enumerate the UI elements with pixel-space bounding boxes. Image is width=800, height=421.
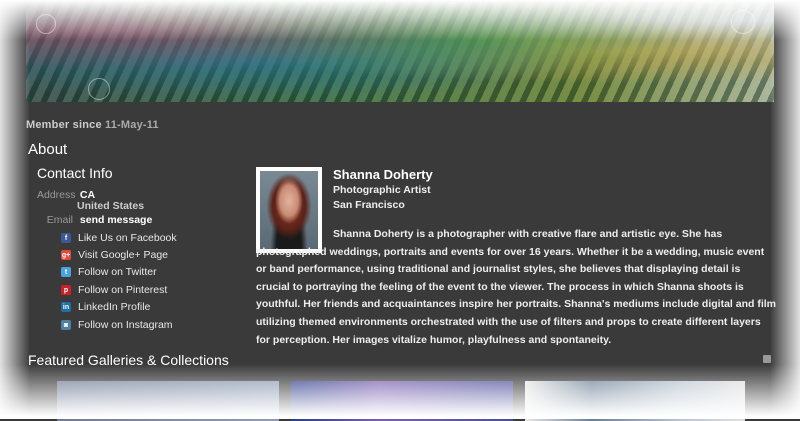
profile-city: San Francisco — [333, 199, 405, 211]
social-link-label: Visit Google+ Page — [78, 249, 168, 261]
send-message-link[interactable]: send message — [80, 214, 152, 226]
google-plus-icon: g+ — [61, 250, 71, 260]
linkedin-icon: in — [61, 302, 71, 312]
contact-info-heading: Contact Info — [37, 165, 113, 181]
social-link-label: Like Us on Facebook — [78, 232, 177, 244]
profile-bio-text: Shanna Doherty is a photographer with cr… — [256, 228, 777, 346]
member-since: Member since 11-May-11 — [26, 119, 159, 131]
social-link-google-plus[interactable]: g+ Visit Google+ Page — [61, 249, 168, 261]
social-link-facebook[interactable]: f Like Us on Facebook — [61, 232, 177, 244]
social-link-linkedin[interactable]: in LinkedIn Profile — [61, 301, 150, 313]
gallery-thumbnail[interactable] — [525, 381, 745, 421]
about-heading: About — [28, 141, 68, 158]
twitter-icon: t — [61, 267, 71, 277]
gallery-thumbnail[interactable] — [57, 381, 279, 421]
instagram-icon: ◙ — [61, 320, 71, 330]
social-link-label: Follow on Twitter — [78, 266, 157, 278]
banner-bubble-decoration — [36, 14, 56, 34]
social-link-label: Follow on Instagram — [78, 319, 173, 331]
address-label: Address — [37, 189, 76, 201]
facebook-icon: f — [61, 233, 71, 243]
address-line2: United States — [77, 200, 145, 212]
featured-galleries-heading: Featured Galleries & Collections — [28, 352, 229, 368]
header-banner-image — [26, 0, 774, 102]
banner-bubble-decoration — [88, 78, 110, 100]
social-link-label: LinkedIn Profile — [78, 301, 151, 313]
member-since-date: 11-May-11 — [105, 119, 159, 131]
email-row: Email send message — [37, 214, 153, 226]
rss-icon[interactable] — [763, 355, 771, 363]
right-vignette — [770, 0, 800, 419]
email-label: Email — [46, 214, 73, 226]
social-link-twitter[interactable]: t Follow on Twitter — [61, 266, 157, 278]
social-link-instagram[interactable]: ◙ Follow on Instagram — [61, 319, 173, 331]
profile-role: Photographic Artist — [333, 184, 431, 196]
banner-bubble-decoration — [731, 10, 755, 34]
profile-name: Shanna Doherty — [333, 167, 433, 182]
member-since-label: Member since — [26, 119, 102, 131]
profile-bio: Shanna Doherty is a photographer with cr… — [256, 226, 776, 349]
pinterest-icon: p — [61, 285, 71, 295]
social-link-label: Follow on Pinterest — [78, 284, 168, 296]
gallery-thumbnail[interactable] — [291, 381, 513, 421]
social-link-pinterest[interactable]: p Follow on Pinterest — [61, 284, 167, 296]
